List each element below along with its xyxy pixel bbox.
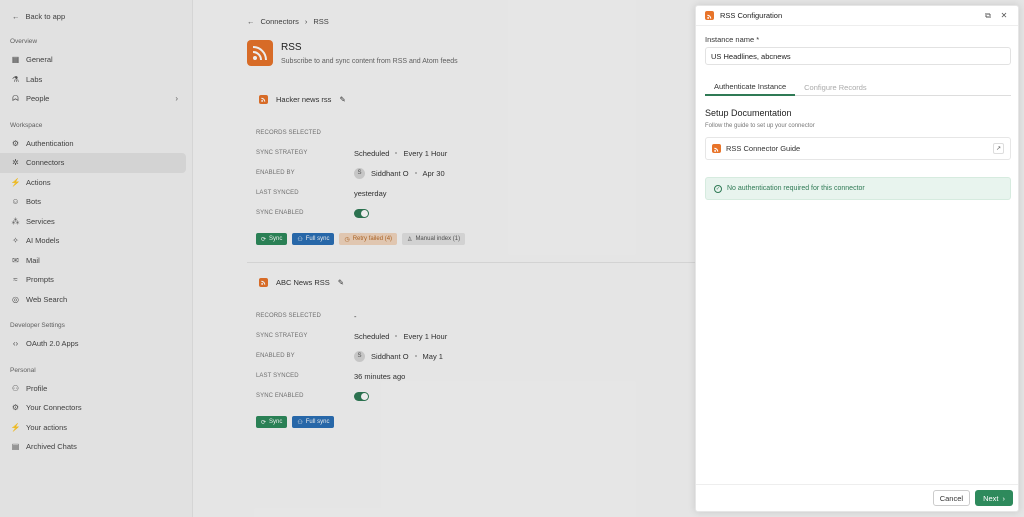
external-link-icon[interactable]: ⧉ xyxy=(983,11,993,21)
rss-configuration-drawer: RSS Configuration ⧉ ✕ Instance name * Au… xyxy=(695,5,1019,512)
check-circle-icon: ✓ xyxy=(714,184,722,193)
setup-documentation-subtitle: Follow the guide to set up your connecto… xyxy=(705,123,815,129)
external-link-icon[interactable]: ↗ xyxy=(993,143,1004,154)
tab-authenticate-instance[interactable]: Authenticate Instance xyxy=(705,78,796,96)
no-auth-notice: ✓ No authentication required for this co… xyxy=(705,177,1011,200)
drawer-header: RSS Configuration ⧉ ✕ xyxy=(696,6,1018,26)
cancel-button[interactable]: Cancel xyxy=(932,490,971,506)
rss-connector-guide-link[interactable]: RSS Connector Guide ↗ xyxy=(705,137,1011,160)
drawer-title: RSS Configuration xyxy=(720,11,783,20)
setup-documentation-title: Setup Documentation xyxy=(705,108,792,118)
drawer-tabs: Authenticate Instance Configure Records xyxy=(705,78,1011,96)
next-button[interactable]: Next › xyxy=(975,490,1013,506)
close-icon[interactable]: ✕ xyxy=(999,11,1009,20)
drawer-footer: Cancel Next › xyxy=(696,484,1018,511)
tab-configure-records[interactable]: Configure Records xyxy=(795,78,876,96)
chevron-right-icon: › xyxy=(1002,493,1006,503)
instance-name-label: Instance name * xyxy=(705,35,760,44)
rss-icon xyxy=(712,144,721,153)
guide-label: RSS Connector Guide xyxy=(726,144,801,153)
notice-text: No authentication required for this conn… xyxy=(727,185,865,192)
rss-icon xyxy=(705,11,714,20)
instance-name-input[interactable] xyxy=(705,47,1011,65)
